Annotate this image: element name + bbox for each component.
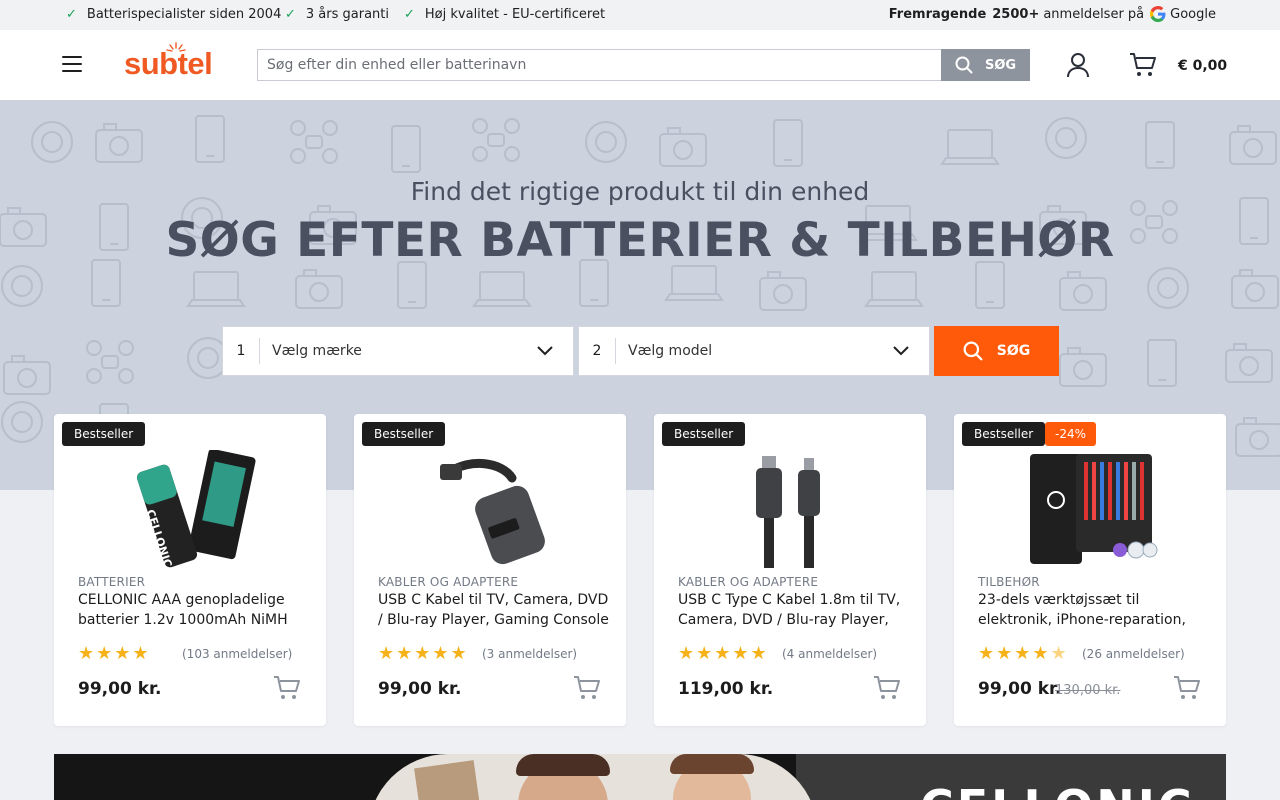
product-category: KABLER OG ADAPTERE [678, 575, 819, 589]
product-image-usb-c-cable[interactable] [720, 450, 860, 568]
checkmark-icon: ✓ [66, 7, 77, 22]
discount-badge: -24% [1045, 422, 1097, 446]
product-image-usb-c-adapter[interactable] [420, 450, 560, 568]
chevron-down-icon [893, 346, 909, 356]
usp-text: Høj kvalitet - EU-certificeret [424, 7, 606, 22]
product-rating-stars: ★★★★★ [678, 643, 769, 664]
google-rating[interactable]: Fremragende ★★★★★ 2500+ anmeldelser på G… [888, 6, 1216, 253]
product-rating-stars: ★★★★ [78, 643, 151, 664]
device-search-button[interactable]: SØG [934, 326, 1059, 376]
bestseller-badge: Bestseller [662, 422, 746, 446]
step-number: 1 [223, 338, 260, 364]
product-category: BATTERIER [78, 575, 146, 589]
usp-item: ✓ Batterispecialister siden 2004 [66, 7, 281, 22]
product-price: 99,00 kr. [378, 679, 462, 699]
product-name[interactable]: USB C Type C Kabel 1.8m til TV, Camera, … [678, 590, 910, 630]
product-card[interactable]: Bestseller -24% TILBEHØR 23-dels værktøj… [954, 414, 1226, 726]
add-to-cart-icon[interactable] [573, 675, 601, 701]
site-header: subtel SØG € 0,00 [0, 30, 1280, 100]
hero-title: SØG EFTER BATTERIER & TILBEHØR [165, 213, 1115, 268]
product-rating-stars: ★★★★★ [378, 643, 469, 664]
usp-text: 3 års garanti [305, 7, 390, 22]
product-review-count[interactable]: (3 anmeldelser) [482, 647, 577, 661]
promo-banner[interactable]: CELLONIC [54, 754, 1226, 800]
banner-brand-text: CELLONIC [920, 780, 1195, 800]
rating-source: Google [1170, 6, 1216, 22]
product-review-count[interactable]: (26 anmeldelser) [1082, 647, 1185, 661]
step-number: 2 [579, 338, 616, 364]
brand-select-label: Vælg mærke [272, 343, 362, 359]
product-card[interactable]: Bestseller KABLER OG ADAPTERE USB C Type… [654, 414, 926, 726]
search-bar: SØG [257, 49, 1030, 81]
add-to-cart-icon[interactable] [273, 675, 301, 701]
bestseller-badge: Bestseller [962, 422, 1046, 446]
product-price: 99,00 kr. [78, 679, 162, 699]
brand-select[interactable]: 1 Vælg mærke [222, 326, 574, 376]
search-icon [963, 341, 983, 361]
banner-photo [368, 754, 818, 800]
product-category: TILBEHØR [978, 575, 1040, 589]
product-card[interactable]: Bestseller CELLONIC BATTERIER CELLONIC A… [54, 414, 326, 726]
product-rating-stars: ★★★★★ [978, 643, 1069, 664]
product-image-aaa-batteries[interactable]: CELLONIC [120, 450, 260, 568]
hero-subtitle: Find det rigtige produkt til din enhed [410, 177, 870, 206]
chevron-down-icon [537, 346, 553, 356]
add-to-cart-icon[interactable] [1173, 675, 1201, 701]
product-price: 119,00 kr. [678, 679, 774, 699]
model-select[interactable]: 2 Vælg model [578, 326, 930, 376]
model-select-label: Vælg model [628, 343, 713, 359]
menu-icon[interactable] [62, 56, 82, 72]
usp-item: ✓ Høj kvalitet - EU-certificeret [404, 7, 605, 22]
bestseller-badge: Bestseller [362, 422, 446, 446]
product-name[interactable]: USB C Kabel til TV, Camera, DVD / Blu-ra… [378, 590, 610, 630]
product-name[interactable]: 23-dels værktøjssæt til elektronik, iPho… [978, 590, 1210, 630]
product-review-count[interactable]: (103 anmeldelser) [182, 647, 292, 661]
search-button-label: SØG [984, 57, 1017, 73]
checkmark-icon: ✓ [285, 7, 296, 22]
product-category: KABLER OG ADAPTERE [378, 575, 519, 589]
rating-count: 2500+ [992, 6, 1040, 22]
product-review-count[interactable]: (4 anmeldelser) [782, 647, 877, 661]
rating-label: Fremragende [888, 6, 987, 22]
product-image-tool-kit[interactable] [1020, 450, 1160, 568]
cart-icon[interactable] [1129, 52, 1157, 78]
search-input[interactable] [257, 49, 941, 81]
product-card[interactable]: Bestseller KABLER OG ADAPTERE USB C Kabe… [354, 414, 626, 726]
product-old-price: 130,00 kr. [1055, 683, 1121, 698]
search-icon [955, 56, 973, 74]
logo-burst-icon [166, 42, 186, 52]
checkmark-icon: ✓ [404, 7, 415, 22]
cart-total[interactable]: € 0,00 [1178, 58, 1227, 74]
device-search-label: SØG [996, 343, 1031, 359]
product-name[interactable]: CELLONIC AAA genopladelige batterier 1.2… [78, 590, 310, 630]
usp-text: Batterispecialister siden 2004 [86, 7, 282, 22]
account-icon[interactable] [1066, 52, 1090, 78]
usp-item: ✓ 3 års garanti [285, 7, 389, 22]
google-icon [1150, 6, 1166, 22]
add-to-cart-icon[interactable] [873, 675, 901, 701]
bestseller-badge: Bestseller [62, 422, 146, 446]
rating-suffix: anmeldelser på [1043, 6, 1145, 22]
search-button[interactable]: SØG [941, 49, 1030, 81]
usp-bar: ✓ Batterispecialister siden 2004 ✓ 3 års… [0, 0, 1280, 253]
product-price: 99,00 kr. [978, 679, 1062, 699]
